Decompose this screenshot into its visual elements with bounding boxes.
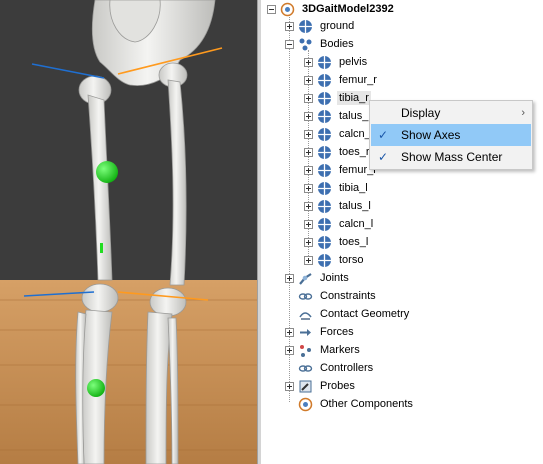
tree-node-other-components[interactable]: Other Components — [285, 395, 415, 413]
tree-node-toes-l[interactable]: toes_l — [304, 233, 370, 251]
bodies-icon — [298, 37, 313, 52]
knee-left — [149, 287, 187, 317]
model-name: 3DGaitModel2392 — [302, 3, 394, 15]
tree-node-pelvis[interactable]: pelvis — [304, 53, 369, 71]
tree-node-bodies[interactable]: Bodies — [285, 35, 356, 53]
expand-toggle[interactable] — [304, 219, 313, 229]
body-icon — [317, 145, 332, 160]
collapse-toggle[interactable] — [267, 4, 276, 14]
3d-viewport[interactable] — [0, 0, 257, 464]
expand-toggle[interactable] — [304, 165, 313, 175]
collapse-toggle[interactable] — [285, 39, 294, 49]
expand-toggle[interactable] — [304, 255, 313, 265]
controllers-icon — [298, 361, 313, 376]
expand-toggle[interactable] — [304, 93, 313, 103]
joints-icon — [298, 271, 313, 286]
tree-node-ground[interactable]: ground — [285, 17, 356, 35]
tree-node-torso[interactable]: torso — [304, 251, 365, 269]
expand-toggle[interactable] — [304, 111, 313, 121]
tree-node-toes-r[interactable]: toes_r — [304, 143, 372, 161]
expand-toggle[interactable] — [304, 237, 313, 247]
expand-toggle[interactable] — [304, 75, 313, 85]
body-icon — [317, 235, 332, 250]
body-icon — [317, 181, 332, 196]
tree-node-calcn-l[interactable]: calcn_l — [304, 215, 375, 233]
tree-node-talus-r[interactable]: talus_r — [304, 107, 374, 125]
tree-node-forces[interactable]: Forces — [285, 323, 356, 341]
body-icon — [317, 91, 332, 106]
body-icon — [317, 199, 332, 214]
markers-icon — [298, 343, 313, 358]
body-icon — [317, 127, 332, 142]
expand-toggle[interactable] — [304, 183, 313, 193]
tree-node-markers[interactable]: Markers — [285, 341, 362, 359]
expand-toggle[interactable] — [304, 147, 313, 157]
context-menu: Display › ✓ Show Axes ✓ Show Mass Center — [369, 100, 533, 170]
menu-item-show-axes[interactable]: ✓ Show Axes — [371, 124, 531, 146]
floor — [0, 280, 257, 464]
tree-node-calcn-r[interactable]: calcn_r — [304, 125, 376, 143]
mass-center-femur — [96, 161, 118, 183]
knee-right — [81, 283, 119, 313]
body-icon — [298, 19, 313, 34]
tree-node-contact-geometry[interactable]: Contact Geometry — [285, 305, 411, 323]
forces-icon — [298, 325, 313, 340]
tree-node-controllers[interactable]: Controllers — [285, 359, 375, 377]
contact-geometry-icon — [298, 307, 313, 322]
body-icon — [317, 55, 332, 70]
tree-node-root[interactable]: 3DGaitModel2392 — [267, 0, 396, 18]
tree-node-talus-l[interactable]: talus_l — [304, 197, 373, 215]
body-icon — [317, 217, 332, 232]
constraints-icon — [298, 289, 313, 304]
tree-node-probes[interactable]: Probes — [285, 377, 357, 395]
body-icon — [317, 109, 332, 124]
expand-toggle[interactable] — [285, 381, 294, 391]
checkmark-icon: ✓ — [377, 128, 389, 142]
probes-icon — [298, 379, 313, 394]
tree-node-femur-r[interactable]: femur_r — [304, 71, 379, 89]
menu-item-show-mass-center[interactable]: ✓ Show Mass Center — [371, 146, 531, 168]
navigator-tree[interactable]: 3DGaitModel2392 ground Bodies pelvis fem… — [261, 0, 543, 464]
expand-toggle[interactable] — [285, 21, 294, 31]
tree-node-tibia-l[interactable]: tibia_l — [304, 179, 370, 197]
expand-toggle[interactable] — [285, 327, 294, 337]
checkmark-icon: ✓ — [377, 150, 389, 164]
body-icon — [317, 73, 332, 88]
body-icon — [317, 253, 332, 268]
model-scene[interactable] — [0, 0, 257, 464]
body-icon — [317, 163, 332, 178]
expand-toggle[interactable] — [285, 273, 294, 283]
tree-node-tibia-r[interactable]: tibia_r — [304, 89, 371, 107]
tree-node-femur-l[interactable]: femur_l — [304, 161, 378, 179]
model-icon — [280, 2, 295, 17]
tree-node-joints[interactable]: Joints — [285, 269, 351, 287]
expand-toggle[interactable] — [304, 129, 313, 139]
menu-item-display[interactable]: Display › — [371, 102, 531, 124]
mass-center-tibia — [87, 379, 105, 397]
expand-toggle[interactable] — [304, 57, 313, 67]
model-icon — [298, 397, 313, 412]
tree-node-constraints[interactable]: Constraints — [285, 287, 378, 305]
mass-center-marker — [100, 243, 103, 253]
submenu-arrow-icon: › — [521, 107, 525, 119]
expand-toggle[interactable] — [304, 201, 313, 211]
expand-toggle[interactable] — [285, 345, 294, 355]
